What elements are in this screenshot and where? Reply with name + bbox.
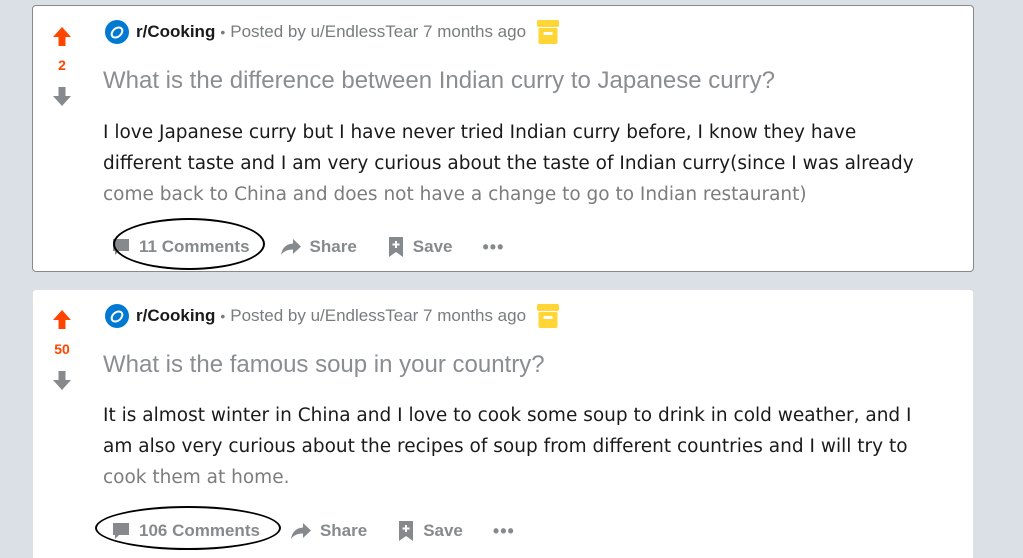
post-body-line: I love Japanese curry but I have never t…	[103, 122, 857, 143]
post-card[interactable]: 2 r/Cooking • Posted by u/EndlessTear 7 …	[32, 5, 974, 272]
post-card[interactable]: 50 r/Cooking • Posted by u/EndlessTear 7…	[32, 289, 974, 558]
post-meta: r/Cooking • Posted by u/EndlessTear 7 mo…	[105, 304, 560, 328]
downvote-arrow-icon[interactable]	[52, 369, 72, 391]
post-body[interactable]: It is almost winter in China and I love …	[103, 400, 963, 493]
comments-highlight-circle	[113, 218, 265, 270]
post-body-line: It is almost winter in China and I love …	[103, 405, 912, 426]
vote-score: 50	[54, 341, 70, 357]
share-label: Share	[319, 521, 368, 540]
subreddit-link[interactable]: r/Cooking	[136, 306, 215, 326]
share-button[interactable]: Share	[280, 237, 357, 257]
post-body[interactable]: I love Japanese curry but I have never t…	[103, 117, 963, 210]
more-icon[interactable]: •••	[493, 521, 515, 542]
meta-separator: •	[220, 24, 226, 40]
subreddit-icon[interactable]	[105, 20, 129, 44]
upvote-arrow-icon[interactable]	[52, 26, 72, 48]
save-icon	[399, 521, 414, 541]
share-icon	[280, 239, 301, 255]
post-body-line: am also very curious about the recipes o…	[103, 436, 908, 457]
vote-score: 2	[58, 57, 66, 73]
share-icon	[290, 523, 311, 539]
save-label: Save	[412, 237, 453, 256]
posted-by[interactable]: Posted by u/EndlessTear 7 months ago	[230, 306, 526, 326]
save-icon	[388, 237, 403, 257]
post-title[interactable]: What is the famous soup in your country?	[103, 351, 545, 379]
award-icon[interactable]	[536, 20, 560, 44]
comments-highlight-circle	[95, 506, 281, 550]
save-button[interactable]: Save	[387, 236, 453, 258]
more-icon[interactable]: •••	[483, 237, 505, 258]
post-title[interactable]: What is the difference between Indian cu…	[103, 67, 775, 95]
post-meta: r/Cooking • Posted by u/EndlessTear 7 mo…	[105, 20, 560, 44]
save-button[interactable]: Save	[397, 520, 463, 542]
post-body-line: cook them at home.	[103, 467, 290, 488]
post-body-line: come back to China and does not have a c…	[103, 184, 807, 205]
post-body-line: different taste and I am very curious ab…	[103, 153, 914, 174]
subreddit-icon[interactable]	[105, 304, 129, 328]
posted-by[interactable]: Posted by u/EndlessTear 7 months ago	[230, 22, 526, 42]
save-label: Save	[423, 521, 463, 540]
meta-separator: •	[220, 308, 226, 324]
share-button[interactable]: Share	[290, 521, 367, 541]
subreddit-link[interactable]: r/Cooking	[136, 22, 215, 42]
downvote-arrow-icon[interactable]	[52, 85, 72, 107]
share-label: Share	[309, 237, 357, 256]
upvote-arrow-icon[interactable]	[52, 309, 72, 331]
award-icon[interactable]	[536, 304, 560, 328]
